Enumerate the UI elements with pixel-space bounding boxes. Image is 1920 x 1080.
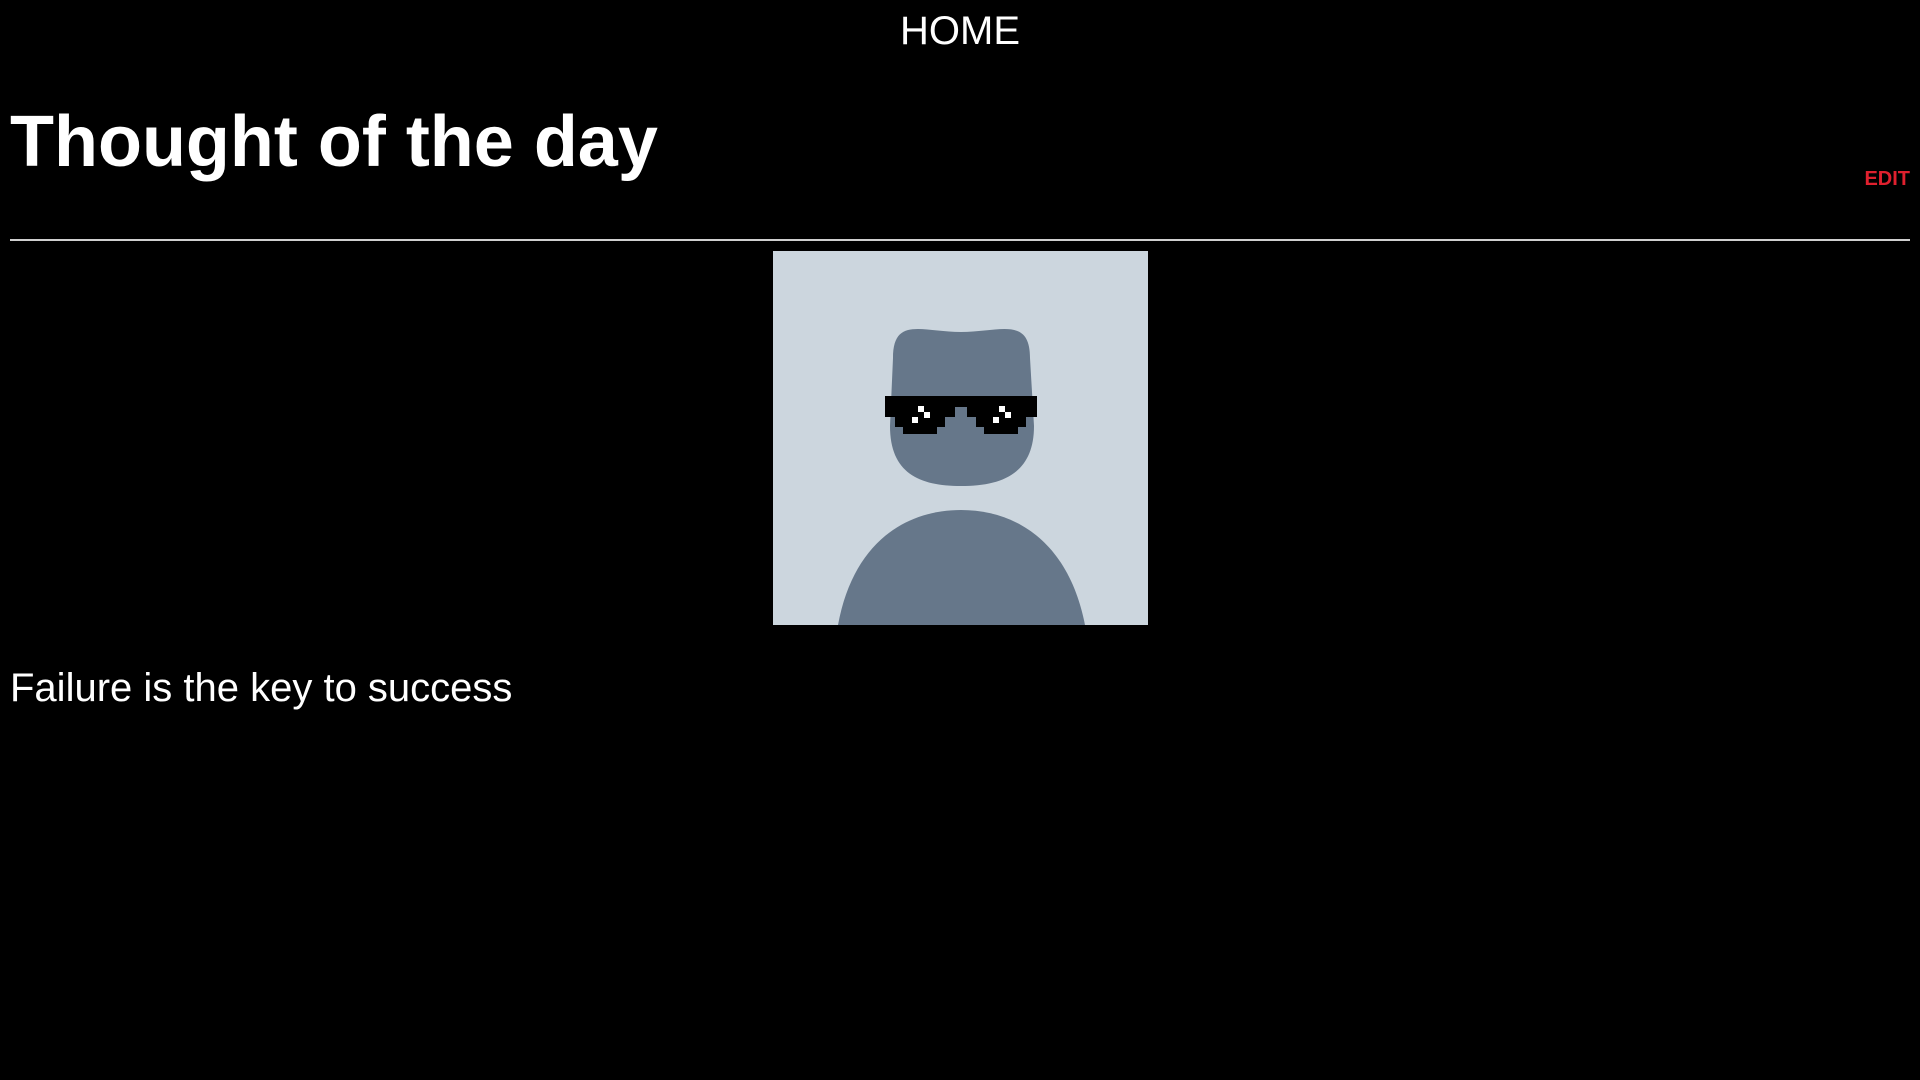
page-title: Thought of the day [10,102,658,182]
avatar-image [773,251,1148,625]
divider [10,239,1910,241]
thought-text: Failure is the key to success [10,666,513,710]
edit-link[interactable]: EDIT [1864,167,1910,191]
avatar-with-sunglasses-icon [773,251,1148,625]
home-link[interactable]: HOME [0,6,1920,56]
page: HOME Thought of the day EDIT Failure is … [0,0,1920,1080]
